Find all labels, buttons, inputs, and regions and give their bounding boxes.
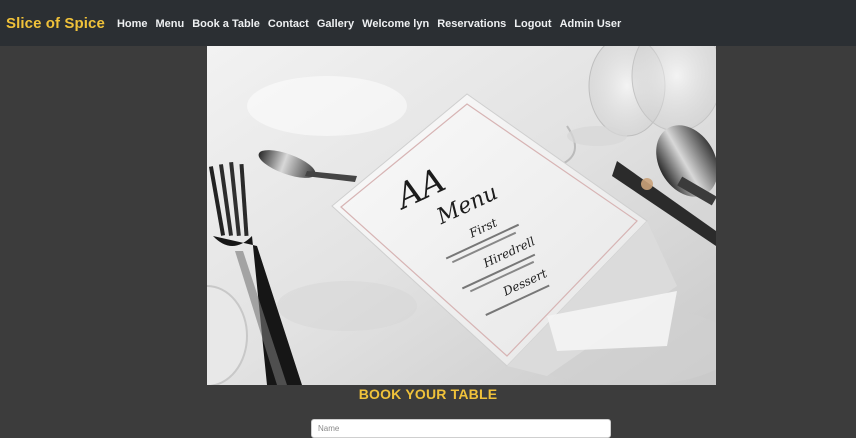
nav-link-reservations[interactable]: Reservations [437,18,506,30]
nav-link-home[interactable]: Home [117,18,148,30]
nav-link-menu[interactable]: Menu [156,18,185,30]
book-your-table-heading: BOOK YOUR TABLE [358,386,498,402]
nav-link-gallery[interactable]: Gallery [317,18,354,30]
nav-link-contact[interactable]: Contact [268,18,309,30]
nav-links: Home Menu Book a Table Contact Gallery W… [117,14,629,32]
hero-photo-illustration: AA Menu First Hiredrell Dessert [207,46,716,385]
brand-logo-link[interactable]: Slice of Spice [6,15,105,32]
name-input[interactable] [311,419,611,438]
nav-link-book-a-table[interactable]: Book a Table [192,18,260,30]
hero-image: AA Menu First Hiredrell Dessert [207,46,716,385]
nav-link-admin-user[interactable]: Admin User [560,18,622,30]
nav-link-welcome-user[interactable]: Welcome lyn [362,18,429,30]
nav-link-logout[interactable]: Logout [514,18,551,30]
top-navbar: Slice of Spice Home Menu Book a Table Co… [0,0,856,46]
main-content: AA Menu First Hiredrell Dessert BOOK YOU… [0,46,856,438]
